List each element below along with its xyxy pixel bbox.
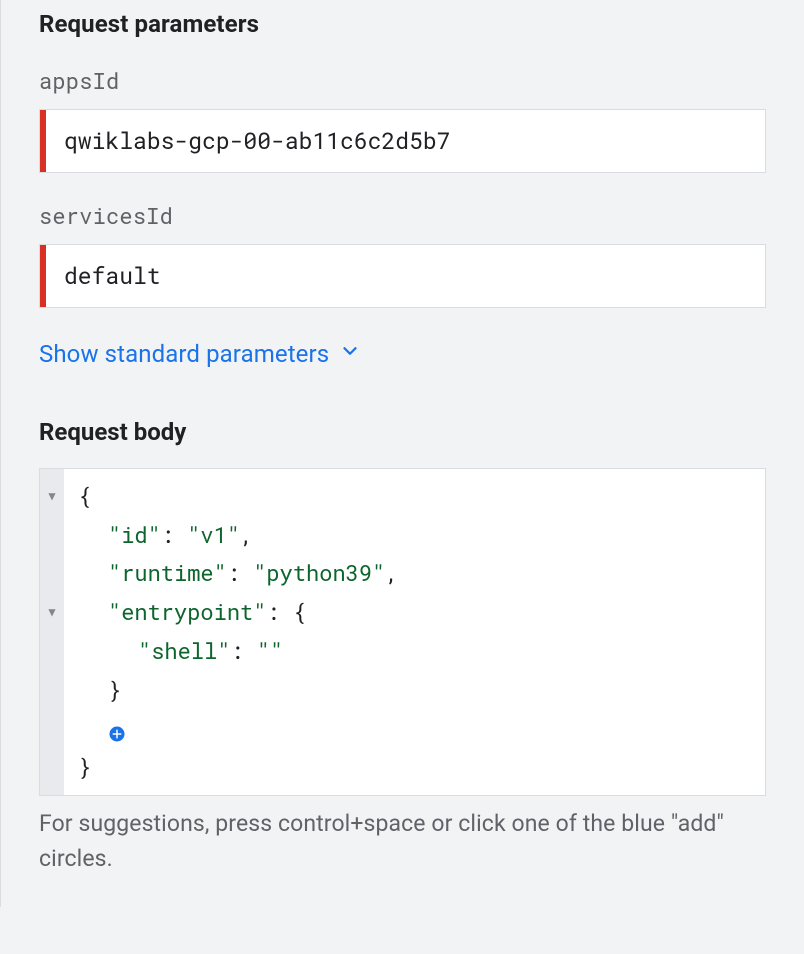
code-line: "entrypoint": {	[78, 593, 753, 632]
token-punc: ,	[385, 558, 398, 587]
token-key: "runtime"	[108, 558, 227, 587]
param-input-appsId[interactable]	[46, 110, 765, 172]
token-punc: : {	[266, 597, 306, 626]
parameters-heading: Request parameters	[39, 10, 766, 38]
token-key: "id"	[108, 520, 161, 549]
token-punc: }	[78, 752, 91, 781]
code-line	[78, 709, 753, 748]
fold-toggle-icon[interactable]: ▼	[40, 477, 64, 516]
add-property-button[interactable]	[108, 725, 126, 743]
token-str: "python39"	[253, 558, 385, 587]
request-body-heading: Request body	[39, 418, 766, 446]
link-label: Show standard parameters	[39, 340, 329, 368]
code-line: "id": "v1",	[78, 516, 753, 555]
code-line: "shell": ""	[78, 632, 753, 671]
token-str: "v1"	[187, 520, 240, 549]
token-punc: :	[161, 520, 187, 549]
code-area[interactable]: {"id": "v1","runtime": "python39","entry…	[64, 469, 765, 795]
token-str: ""	[257, 636, 283, 665]
gutter-blank	[40, 554, 64, 593]
helper-text: For suggestions, press control+space or …	[39, 806, 766, 877]
request-body-editor[interactable]: ▼▼ {"id": "v1","runtime": "python39","en…	[39, 468, 766, 796]
code-line: "runtime": "python39",	[78, 554, 753, 593]
token-punc: {	[78, 481, 91, 510]
param-field-servicesId: servicesId	[39, 201, 766, 308]
code-line: }	[78, 748, 753, 787]
fold-toggle-icon[interactable]: ▼	[40, 593, 64, 632]
token-key: "shell"	[138, 636, 230, 665]
param-field-appsId: appsId	[39, 66, 766, 173]
token-punc: :	[227, 558, 253, 587]
gutter-blank	[40, 748, 64, 787]
gutter-blank	[40, 670, 64, 709]
token-key: "entrypoint"	[108, 597, 266, 626]
show-standard-parameters-link[interactable]: Show standard parameters	[39, 340, 361, 368]
fold-gutter: ▼▼	[40, 469, 64, 795]
gutter-blank	[40, 516, 64, 555]
code-line: {	[78, 477, 753, 516]
chevron-down-icon	[339, 340, 361, 368]
token-punc: :	[230, 636, 256, 665]
gutter-blank	[40, 709, 64, 748]
token-punc: ,	[240, 520, 253, 549]
param-input-servicesId[interactable]	[46, 245, 765, 307]
param-label: servicesId	[39, 201, 766, 230]
param-input-wrap	[39, 244, 766, 308]
gutter-blank	[40, 632, 64, 671]
param-input-wrap	[39, 109, 766, 173]
param-label: appsId	[39, 66, 766, 95]
code-line: }	[78, 671, 753, 710]
api-try-panel: Request parameters appsId servicesId Sho…	[1, 0, 804, 907]
token-punc: }	[108, 675, 121, 704]
